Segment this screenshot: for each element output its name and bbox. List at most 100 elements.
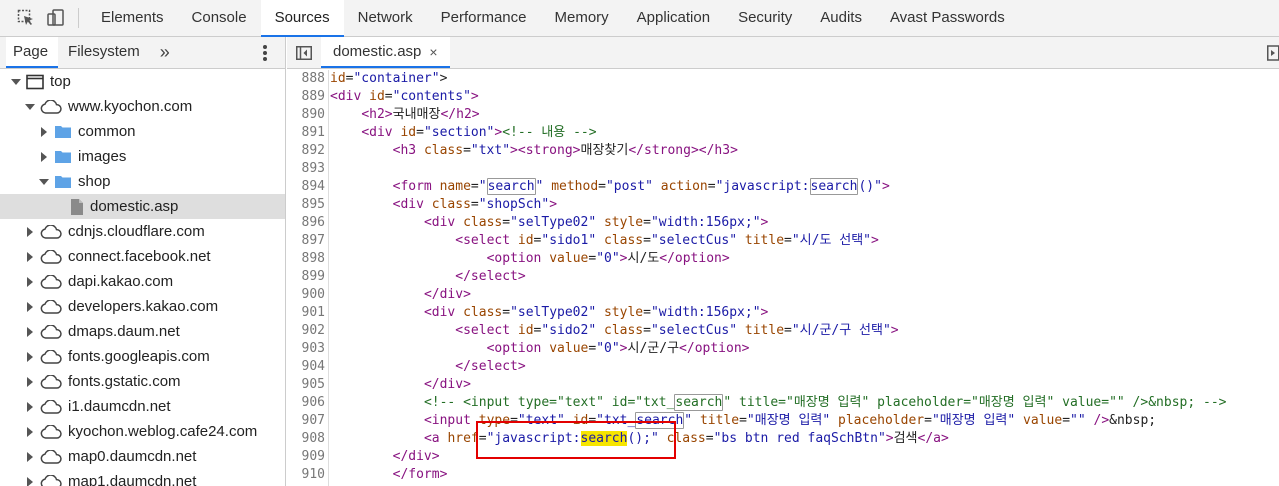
code-line[interactable]: 900 </div> bbox=[287, 286, 1279, 304]
code-line[interactable]: 905 </div> bbox=[287, 376, 1279, 394]
tab-audits[interactable]: Audits bbox=[806, 0, 876, 36]
tab-filesystem[interactable]: Filesystem bbox=[58, 37, 150, 68]
line-number[interactable]: 894 bbox=[287, 178, 327, 196]
line-number[interactable]: 910 bbox=[287, 466, 327, 484]
collapse-right-icon[interactable] bbox=[24, 476, 36, 486]
collapse-right-icon[interactable] bbox=[24, 251, 36, 263]
code-line[interactable]: 893 bbox=[287, 160, 1279, 178]
line-number[interactable]: 890 bbox=[287, 106, 327, 124]
line-number[interactable]: 897 bbox=[287, 232, 327, 250]
tab-sources[interactable]: Sources bbox=[260, 0, 344, 37]
line-number[interactable]: 901 bbox=[287, 304, 327, 322]
code-line[interactable]: 906 <!-- <input type="text" id="txt_searc… bbox=[287, 394, 1279, 412]
code-line[interactable]: 902 <select id="sido2" class="selectCus" … bbox=[287, 322, 1279, 340]
tree-item[interactable]: dapi.kakao.com bbox=[0, 269, 285, 294]
tree-item[interactable]: fonts.googleapis.com bbox=[0, 344, 285, 369]
code-line[interactable]: 899 </select> bbox=[287, 268, 1279, 286]
collapse-right-icon[interactable] bbox=[24, 401, 36, 413]
tree-item[interactable]: i1.daumcdn.net bbox=[0, 394, 285, 419]
code-line[interactable]: 890 <h2>국내매장</h2> bbox=[287, 106, 1279, 124]
collapse-right-icon[interactable] bbox=[24, 326, 36, 338]
collapse-right-icon[interactable] bbox=[24, 226, 36, 238]
collapse-right-icon[interactable] bbox=[24, 451, 36, 463]
code-line[interactable]: 888 id="container"> bbox=[287, 70, 1279, 88]
toggle-debugger-icon[interactable] bbox=[1267, 43, 1279, 63]
collapse-right-icon[interactable] bbox=[24, 426, 36, 438]
line-number[interactable]: 899 bbox=[287, 268, 327, 286]
tree-item[interactable]: kyochon.weblog.cafe24.com bbox=[0, 419, 285, 444]
expand-down-icon[interactable] bbox=[24, 101, 36, 113]
line-number[interactable]: 903 bbox=[287, 340, 327, 358]
line-number[interactable]: 888 bbox=[287, 70, 327, 88]
tree-item[interactable]: www.kyochon.com bbox=[0, 94, 285, 119]
code-area[interactable]: 888 id="container"> 889 <div id="contents">… bbox=[287, 70, 1279, 486]
code-line[interactable]: 898 <option value="0">시/도</option> bbox=[287, 250, 1279, 268]
line-number[interactable]: 898 bbox=[287, 250, 327, 268]
collapse-right-icon[interactable] bbox=[38, 151, 50, 163]
tree-item[interactable]: common bbox=[0, 119, 285, 144]
tab-elements[interactable]: Elements bbox=[79, 0, 178, 36]
line-number[interactable]: 893 bbox=[287, 160, 327, 178]
tree-item[interactable]: top bbox=[0, 69, 285, 94]
line-number[interactable]: 906 bbox=[287, 394, 327, 412]
line-number[interactable]: 900 bbox=[287, 286, 327, 304]
tree-item[interactable]: map0.daumcdn.net bbox=[0, 444, 285, 469]
toggle-navigator-icon[interactable] bbox=[287, 37, 321, 68]
tree-item[interactable]: map1.daumcdn.net bbox=[0, 469, 285, 486]
code-line[interactable]: 896 <div class="selType02" style="width:1… bbox=[287, 214, 1279, 232]
line-number[interactable]: 889 bbox=[287, 88, 327, 106]
collapse-right-icon[interactable] bbox=[38, 126, 50, 138]
line-number[interactable]: 891 bbox=[287, 124, 327, 142]
tree-item[interactable]: domestic.asp bbox=[0, 194, 285, 219]
code-line[interactable]: 892 <h3 class="txt"><strong>매장찾기</strong>… bbox=[287, 142, 1279, 160]
tree-item[interactable]: connect.facebook.net bbox=[0, 244, 285, 269]
tab-avast-passwords[interactable]: Avast Passwords bbox=[876, 0, 1019, 36]
code-line[interactable]: 910 </form> bbox=[287, 466, 1279, 484]
code-line[interactable]: 904 </select> bbox=[287, 358, 1279, 376]
code-line[interactable]: 889 <div id="contents"> bbox=[287, 88, 1279, 106]
tree-item[interactable]: fonts.gstatic.com bbox=[0, 369, 285, 394]
line-number[interactable]: 904 bbox=[287, 358, 327, 376]
line-number[interactable]: 905 bbox=[287, 376, 327, 394]
code-line[interactable]: 894 <form name="search" method="post" act… bbox=[287, 178, 1279, 196]
tree-item[interactable]: cdnjs.cloudflare.com bbox=[0, 219, 285, 244]
tab-application[interactable]: Application bbox=[623, 0, 724, 36]
close-tab-icon[interactable]: × bbox=[429, 44, 437, 60]
tab-network[interactable]: Network bbox=[344, 0, 427, 36]
tree-item[interactable]: images bbox=[0, 144, 285, 169]
expand-down-icon[interactable] bbox=[10, 76, 22, 88]
line-number[interactable]: 907 bbox=[287, 412, 327, 430]
collapse-right-icon[interactable] bbox=[24, 276, 36, 288]
tree-item[interactable]: dmaps.daum.net bbox=[0, 319, 285, 344]
code-line[interactable]: 909 </div> bbox=[287, 448, 1279, 466]
code-line[interactable]: 901 <div class="selType02" style="width:1… bbox=[287, 304, 1279, 322]
tab-console[interactable]: Console bbox=[178, 0, 261, 36]
code-line[interactable]: 891 <div id="section"><!-- 내용 --> bbox=[287, 124, 1279, 142]
tab-security[interactable]: Security bbox=[724, 0, 806, 36]
collapse-right-icon[interactable] bbox=[24, 351, 36, 363]
line-number[interactable]: 909 bbox=[287, 448, 327, 466]
line-number[interactable]: 902 bbox=[287, 322, 327, 340]
tab-memory[interactable]: Memory bbox=[541, 0, 623, 36]
tree-item[interactable]: developers.kakao.com bbox=[0, 294, 285, 319]
code-line[interactable]: 895 <div class="shopSch"> bbox=[287, 196, 1279, 214]
inspect-element-icon[interactable] bbox=[16, 8, 36, 28]
tab-performance[interactable]: Performance bbox=[427, 0, 541, 36]
code-line[interactable]: 907 <input type="text" id="txt_search" ti… bbox=[287, 412, 1279, 430]
code-line[interactable]: 908 <a href="javascript:search();" class=… bbox=[287, 430, 1279, 448]
line-number[interactable]: 895 bbox=[287, 196, 327, 214]
collapse-right-icon[interactable] bbox=[24, 301, 36, 313]
device-toolbar-icon[interactable] bbox=[46, 8, 66, 28]
expand-down-icon[interactable] bbox=[38, 176, 50, 188]
more-tabs-icon[interactable]: » bbox=[150, 37, 180, 68]
collapse-right-icon[interactable] bbox=[24, 376, 36, 388]
code-line[interactable]: 897 <select id="sido1" class="selectCus" … bbox=[287, 232, 1279, 250]
line-number[interactable]: 896 bbox=[287, 214, 327, 232]
tab-domestic-asp[interactable]: domestic.asp × bbox=[321, 37, 450, 68]
tree-item[interactable]: shop bbox=[0, 169, 285, 194]
line-number[interactable]: 908 bbox=[287, 430, 327, 448]
tab-page[interactable]: Page bbox=[6, 37, 59, 68]
more-options-icon[interactable] bbox=[263, 45, 267, 61]
line-number[interactable]: 892 bbox=[287, 142, 327, 160]
code-line[interactable]: 903 <option value="0">시/군/구</option> bbox=[287, 340, 1279, 358]
